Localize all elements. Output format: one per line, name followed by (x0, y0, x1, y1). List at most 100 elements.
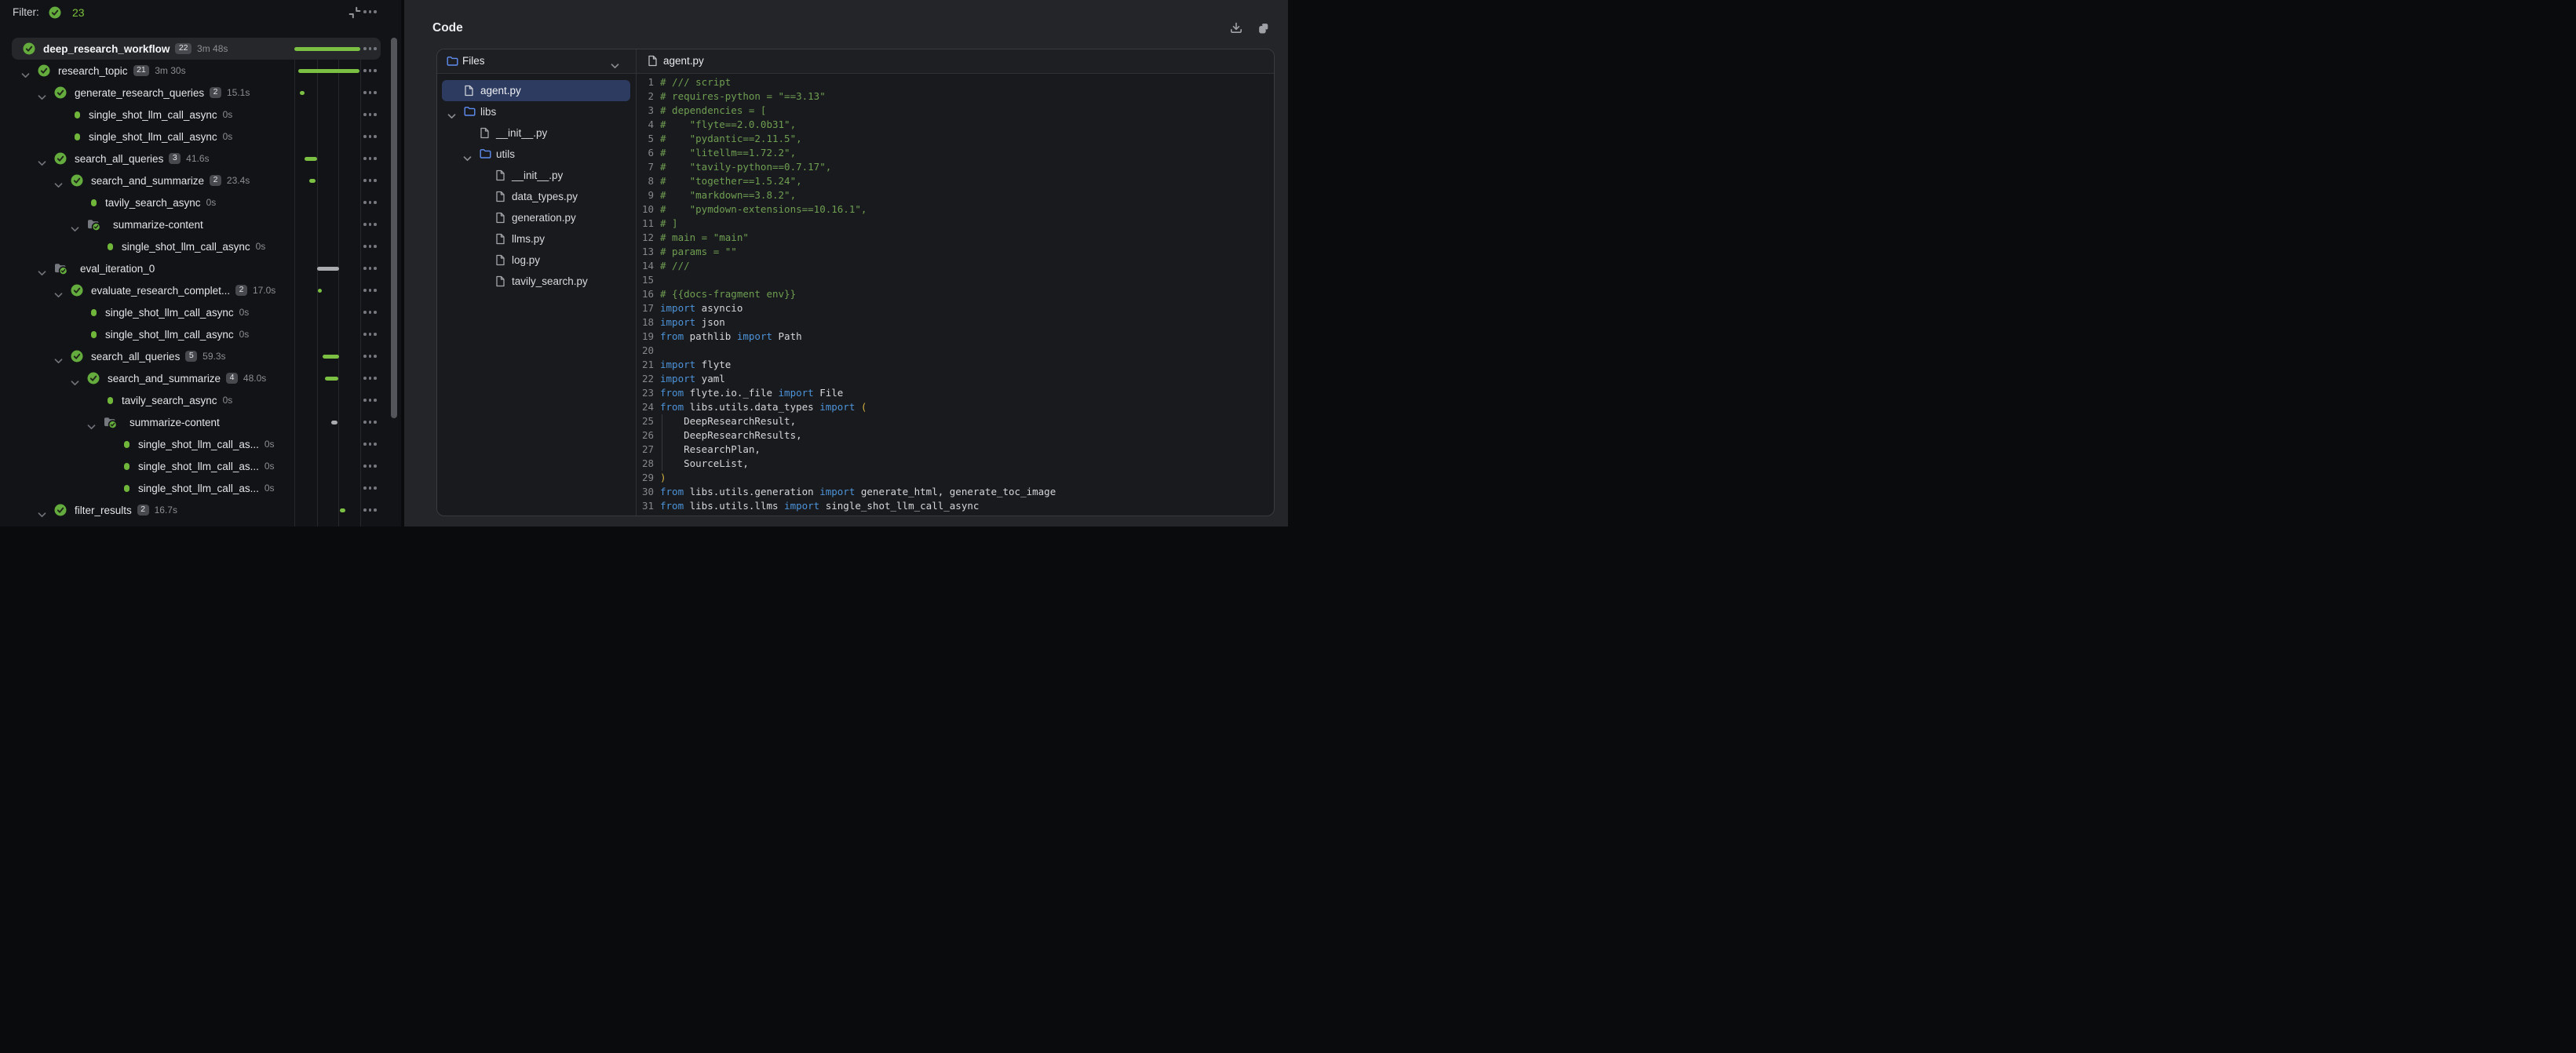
file-row[interactable]: agent.py (437, 80, 636, 101)
expand-chevron-icon[interactable] (71, 222, 79, 236)
row-menu-button[interactable] (363, 289, 377, 292)
leaf-dot-icon (108, 397, 113, 404)
tree-row[interactable]: search_and_summarize223.4s (0, 169, 401, 191)
row-menu-button[interactable] (363, 355, 377, 358)
code-text: # "pymdown-extensions==10.16.1", (660, 202, 867, 217)
line-number: 26 (637, 428, 654, 443)
expand-chevron-icon[interactable] (38, 90, 46, 104)
file-name: generation.py (512, 207, 576, 228)
row-menu-button[interactable] (363, 179, 377, 182)
tree-row[interactable]: search_all_queries559.3s (0, 345, 401, 367)
tree-row[interactable]: tavily_search_async0s (0, 389, 401, 411)
node-label: generate_research_queries (75, 87, 204, 99)
row-menu-button[interactable] (363, 377, 377, 380)
row-menu-button[interactable] (363, 69, 377, 72)
tree-row[interactable]: single_shot_llm_call_as...0s (0, 477, 401, 499)
more-dots-icon (363, 179, 377, 182)
row-menu-button[interactable] (363, 267, 377, 270)
tree-row[interactable]: single_shot_llm_call_async0s (0, 104, 401, 126)
node-label-group: tavily_search_async0s (105, 191, 216, 213)
code-token: # dependencies = [ (660, 104, 766, 116)
expand-chevron-icon[interactable] (54, 354, 63, 368)
line-number: 22 (637, 372, 654, 386)
row-menu-button[interactable] (363, 135, 377, 138)
tree-row[interactable]: research_topic213m 30s (0, 60, 401, 82)
files-header[interactable]: Files (437, 49, 636, 74)
expand-chevron-icon[interactable] (71, 376, 79, 390)
node-label: search_and_summarize (108, 373, 221, 384)
tree-row[interactable]: search_all_queries341.6s (0, 148, 401, 169)
tree-row[interactable]: single_shot_llm_call_async0s (0, 323, 401, 345)
duration-text: 41.6s (186, 153, 209, 164)
line-number: 2 (637, 89, 654, 104)
tree-row[interactable]: search_and_summarize448.0s (0, 367, 401, 389)
row-menu-button[interactable] (363, 443, 377, 446)
file-row[interactable]: data_types.py (437, 186, 636, 207)
filter-status-check-icon[interactable] (49, 6, 61, 23)
leaf-dot-icon (75, 133, 80, 140)
row-menu-button[interactable] (363, 91, 377, 94)
tree-row[interactable]: single_shot_llm_call_async0s (0, 126, 401, 148)
file-row[interactable]: tavily_search.py (437, 271, 636, 292)
tree-row[interactable]: single_shot_llm_call_async0s (0, 301, 401, 323)
expand-chevron-icon[interactable] (463, 151, 472, 166)
tree-row[interactable]: single_shot_llm_call_as...0s (0, 455, 401, 477)
expand-chevron-icon[interactable] (38, 266, 46, 280)
row-menu-button[interactable] (363, 113, 377, 116)
download-button[interactable] (1229, 21, 1243, 35)
timeline-bar (318, 289, 322, 293)
line-number: 1 (637, 75, 654, 89)
row-menu-button[interactable] (363, 465, 377, 468)
expand-chevron-icon[interactable] (54, 178, 63, 192)
file-row[interactable]: utils (437, 144, 636, 165)
row-menu-button[interactable] (363, 201, 377, 204)
tree-scrollbar[interactable] (391, 38, 397, 418)
file-row[interactable]: log.py (437, 250, 636, 271)
duration-text: 0s (265, 439, 275, 450)
row-menu-button[interactable] (363, 486, 377, 490)
expand-chevron-icon[interactable] (87, 420, 96, 434)
row-menu-button[interactable] (363, 47, 377, 50)
tree-row[interactable]: tavily_search_async0s (0, 191, 401, 213)
tree-row[interactable]: generate_research_queries215.1s (0, 82, 401, 104)
row-menu-button[interactable] (363, 508, 377, 512)
tree-row[interactable]: eval_iteration_0 (0, 257, 401, 279)
filter-count[interactable]: 23 (72, 6, 85, 19)
file-row[interactable]: __init__.py (437, 165, 636, 186)
copy-button[interactable] (1257, 21, 1271, 35)
tree-row[interactable]: evaluate_research_complet...217.0s (0, 279, 401, 301)
expand-chevron-icon[interactable] (38, 508, 46, 522)
leaf-dot-icon (108, 243, 113, 250)
chevron-down-icon[interactable] (611, 59, 619, 73)
expand-chevron-icon[interactable] (54, 288, 63, 302)
row-menu-button[interactable] (363, 223, 377, 226)
tree-row[interactable]: deep_research_workflow223m 48s (0, 38, 401, 60)
file-row[interactable]: llms.py (437, 228, 636, 250)
row-menu-button[interactable] (363, 245, 377, 248)
code-token: ) (660, 472, 666, 483)
code-text: ResearchPlan, (660, 443, 761, 457)
expand-chevron-icon[interactable] (38, 156, 46, 170)
file-row[interactable]: libs (437, 101, 636, 122)
tree-row[interactable]: summarize-content (0, 213, 401, 235)
duration-text: 0s (265, 461, 275, 472)
line-number: 21 (637, 358, 654, 372)
file-name: llms.py (512, 228, 545, 250)
code-area[interactable]: 1# /// script2# requires-python = "==3.1… (637, 73, 1274, 516)
file-row[interactable]: __init__.py (437, 122, 636, 144)
panel-menu-button[interactable] (363, 10, 377, 13)
row-menu-button[interactable] (363, 311, 377, 314)
row-menu-button[interactable] (363, 333, 377, 336)
file-row[interactable]: generation.py (437, 207, 636, 228)
timeline-bar (309, 179, 316, 183)
row-menu-button[interactable] (363, 157, 377, 160)
expand-chevron-icon[interactable] (21, 68, 30, 82)
tree-row[interactable]: single_shot_llm_call_async0s (0, 235, 401, 257)
expand-chevron-icon[interactable] (447, 109, 456, 123)
row-menu-button[interactable] (363, 421, 377, 424)
row-menu-button[interactable] (363, 399, 377, 402)
collapse-tree-button[interactable] (348, 5, 362, 20)
tree-row[interactable]: single_shot_llm_call_as...0s (0, 433, 401, 455)
tree-row[interactable]: filter_results216.7s (0, 499, 401, 521)
tree-row[interactable]: summarize-content (0, 411, 401, 433)
